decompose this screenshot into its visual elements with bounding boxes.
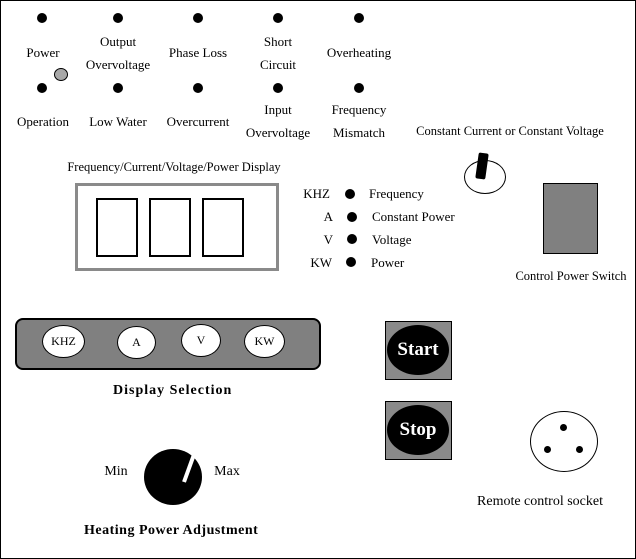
power-led	[37, 13, 47, 23]
remote-control-socket	[530, 411, 598, 472]
mode-led-power	[346, 257, 356, 267]
control-power-switch-label: Control Power Switch	[515, 269, 627, 283]
overcurrent-led	[193, 83, 203, 93]
stop-button-label: Stop	[387, 405, 449, 455]
socket-pin-left	[544, 446, 551, 453]
frequency-mismatch-label-line1: Frequency	[331, 102, 387, 117]
power-label: Power	[26, 45, 60, 60]
input-overvoltage-led	[273, 83, 283, 93]
socket-pin-right	[576, 446, 583, 453]
stop-button[interactable]: Stop	[385, 401, 452, 460]
short-circuit-led	[273, 13, 283, 23]
mode-led-constant-power	[347, 212, 357, 222]
heating-power-title: Heating Power Adjustment	[84, 523, 259, 538]
input-overvoltage-label-line1: Input	[264, 102, 292, 117]
display-digit-3	[202, 198, 244, 257]
output-overvoltage-led	[113, 13, 123, 23]
display-title: Frequency/Current/Voltage/Power Display	[67, 160, 281, 174]
start-button-label: Start	[387, 325, 449, 375]
overheating-label: Overheating	[326, 45, 392, 60]
low-water-label: Low Water	[89, 114, 147, 129]
start-button[interactable]: Start	[385, 321, 452, 380]
display-selection-panel: KHZ A V KW	[15, 318, 321, 370]
control-power-switch[interactable]	[543, 183, 598, 254]
mode-unit-v: V	[323, 232, 333, 247]
heating-min-label: Min	[104, 464, 128, 479]
display-select-kw-button[interactable]: KW	[244, 325, 285, 358]
display-select-a-button[interactable]: A	[117, 326, 156, 359]
heating-max-label: Max	[214, 464, 240, 479]
mode-label-power: Power	[371, 255, 405, 270]
display-digit-1	[96, 198, 138, 257]
socket-pin-top	[560, 424, 567, 431]
phase-loss-led	[193, 13, 203, 23]
low-water-led	[113, 83, 123, 93]
overcurrent-label: Overcurrent	[166, 114, 230, 129]
mode-label-frequency: Frequency	[369, 186, 424, 201]
input-overvoltage-label-line2: Overvoltage	[245, 125, 311, 140]
mode-led-frequency	[345, 189, 355, 199]
remote-socket-label: Remote control socket	[477, 494, 603, 509]
overheating-led	[354, 13, 364, 23]
output-overvoltage-label-line2: Overvoltage	[85, 57, 151, 72]
power-knob[interactable]	[54, 68, 68, 81]
display-digit-2	[149, 198, 191, 257]
display-select-v-button[interactable]: V	[181, 324, 221, 357]
frequency-mismatch-led	[354, 83, 364, 93]
mode-label-voltage: Voltage	[372, 232, 412, 247]
mode-unit-a: A	[323, 209, 333, 224]
operation-led	[37, 83, 47, 93]
display-select-khz-button[interactable]: KHZ	[42, 325, 85, 358]
frequency-mismatch-label-line2: Mismatch	[333, 125, 385, 140]
display-selection-title: Display Selection	[113, 383, 233, 398]
operation-label: Operation	[17, 114, 69, 129]
phase-loss-label: Phase Loss	[168, 45, 228, 60]
digital-display	[75, 183, 279, 271]
mode-unit-khz: KHZ	[303, 186, 330, 201]
mode-led-voltage	[347, 234, 357, 244]
mode-unit-kw: KW	[310, 255, 332, 270]
output-overvoltage-label-line1: Output	[99, 34, 137, 49]
mode-label-constant-power: Constant Power	[372, 209, 455, 224]
short-circuit-label-line1: Short	[263, 34, 293, 49]
cc-cv-label: Constant Current or Constant Voltage	[416, 124, 604, 138]
short-circuit-label-line2: Circuit	[259, 57, 297, 72]
